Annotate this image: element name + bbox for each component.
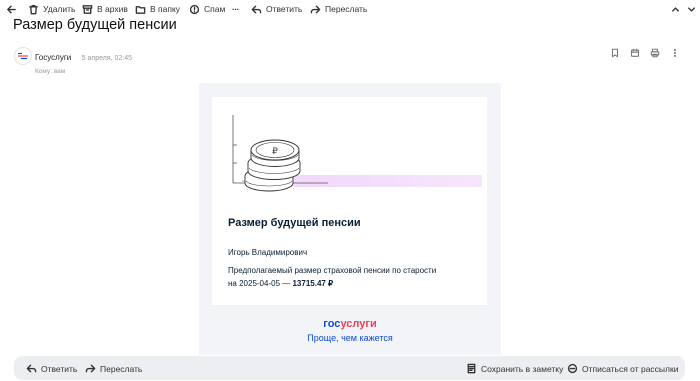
pension-line-1: Предполагаемый размер страховой пенсии п… — [228, 266, 437, 275]
sender-avatar[interactable] — [14, 47, 32, 65]
folder-label: В папку — [150, 4, 181, 14]
message-toolbar: Удалить В архив В папку Спам ··· Ответит… — [0, 0, 700, 18]
delete-button[interactable]: Удалить — [28, 0, 75, 18]
pension-card: ₽ Размер будущей пенсии Игорь Владимиров… — [212, 97, 487, 305]
more-button[interactable]: ··· — [232, 0, 240, 18]
more-vertical-icon[interactable] — [670, 48, 680, 58]
note-icon — [467, 363, 476, 374]
move-to-folder-button[interactable]: В папку — [135, 0, 180, 18]
collapse-button[interactable] — [670, 0, 681, 18]
print-icon[interactable] — [650, 48, 660, 58]
forward-button[interactable]: Переслать — [310, 0, 367, 18]
save-to-note-button[interactable]: Сохранить в заметку — [466, 363, 563, 374]
back-button[interactable] — [6, 0, 17, 18]
forward-label: Переслать — [325, 4, 368, 14]
more-label: ··· — [232, 4, 240, 14]
slogan-link[interactable]: Проще, чем кажется — [199, 333, 501, 343]
reply-icon — [251, 5, 262, 13]
save-to-note-label: Сохранить в заметку — [481, 363, 564, 374]
spam-button[interactable]: Спам — [189, 0, 225, 18]
bottom-forward-label: Переслать — [100, 363, 143, 374]
gosuslugi-logo-icon — [16, 49, 30, 63]
bottom-reply-label: Ответить — [41, 363, 78, 374]
folder-icon — [135, 5, 146, 14]
pension-amount: 13715.47 ₽ — [292, 278, 334, 288]
trash-icon — [29, 4, 38, 14]
sender-row: Госуслуги 5 апреля, 02:45 Кому: вам — [14, 47, 132, 75]
recipient-line: Кому: вам — [35, 68, 66, 75]
spam-label: Спам — [204, 4, 226, 14]
gosuslugi-logo[interactable]: госуслуги — [199, 318, 501, 330]
spam-icon — [189, 4, 200, 14]
archive-icon — [82, 4, 93, 14]
svg-text:₽: ₽ — [272, 147, 278, 157]
message-subject: Размер будущей пенсии — [13, 17, 177, 33]
bottom-forward-button[interactable]: Переслать — [85, 363, 142, 374]
pension-date-prefix: на 2025-04-05 — — [228, 278, 293, 288]
logo-part-1: гос — [323, 318, 341, 330]
sender-meta: Госуслуги 5 апреля, 02:45 Кому: вам — [35, 47, 132, 75]
close-button[interactable] — [686, 0, 697, 18]
recipient-name: Игорь Владимирович — [228, 248, 308, 257]
chevron-up-icon — [672, 6, 679, 12]
email-body: ₽ Размер будущей пенсии Игорь Владимиров… — [199, 83, 501, 355]
archive-button[interactable]: В архив — [82, 0, 128, 18]
email-heading: Размер будущей пенсии — [228, 217, 361, 229]
archive-label: В архив — [97, 4, 128, 14]
calendar-icon[interactable] — [630, 48, 640, 58]
unsubscribe-icon — [567, 363, 578, 374]
reply-button[interactable]: Ответить — [251, 0, 302, 18]
bottom-reply-button[interactable]: Ответить — [26, 363, 77, 374]
unsubscribe-button[interactable]: Отписаться от рассылки — [567, 363, 678, 374]
message-date: 5 апреля, 02:45 — [81, 55, 133, 62]
logo-part-2: услуги — [340, 318, 377, 330]
unsubscribe-label: Отписаться от рассылки — [582, 363, 679, 374]
delete-label: Удалить — [43, 4, 76, 14]
sender-name[interactable]: Госуслуги — [35, 53, 71, 62]
coins-illustration: ₽ — [232, 115, 482, 192]
message-actions — [610, 48, 680, 58]
forward-icon — [85, 364, 96, 373]
bookmark-icon[interactable] — [610, 48, 620, 58]
forward-icon — [310, 5, 321, 13]
pension-line-2: на 2025-04-05 — 13715.47 ₽ — [228, 278, 468, 291]
arrow-left-icon — [7, 5, 16, 13]
pension-text: Предполагаемый размер страховой пенсии п… — [228, 265, 468, 290]
reply-label: Ответить — [266, 4, 303, 14]
reply-icon — [26, 364, 37, 373]
bottom-action-bar: Ответить Переслать Сохранить в заметку О… — [14, 356, 685, 380]
chevron-down-icon — [688, 6, 695, 12]
